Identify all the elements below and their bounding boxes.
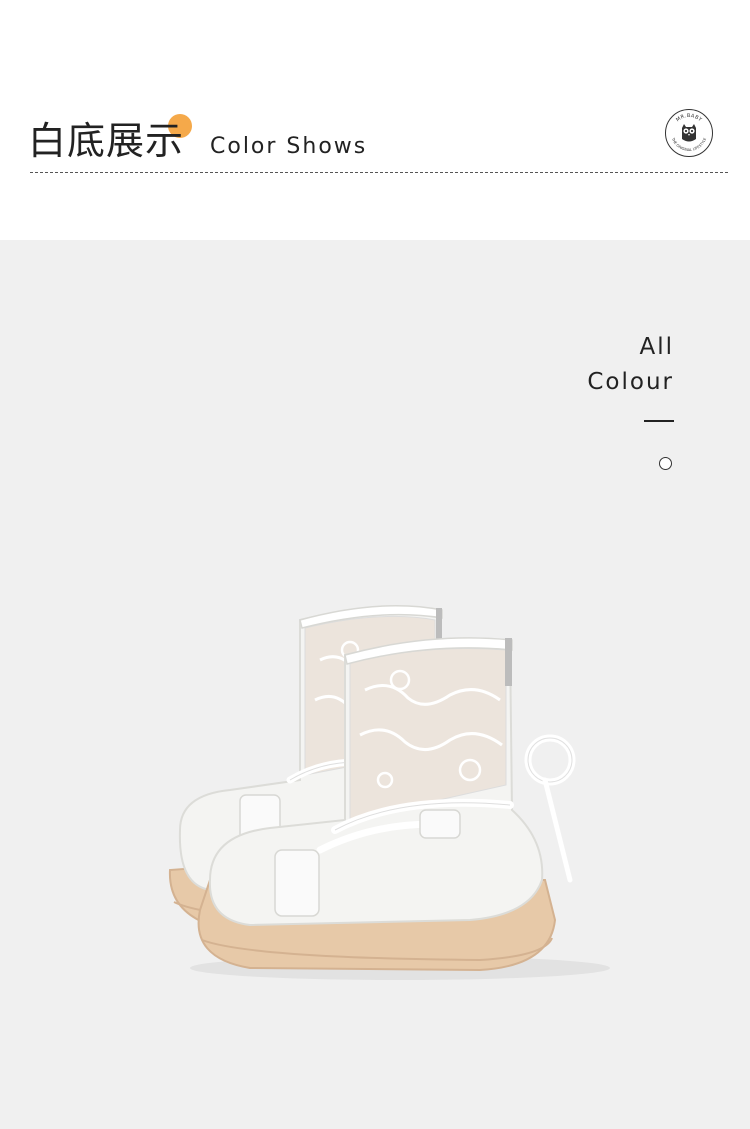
color-panel-rule xyxy=(644,420,674,422)
brand-badge-logo: MR.BABY THE ORIGINAL LIFESTYLE xyxy=(665,109,713,157)
white-lace-ankle-boots-image xyxy=(168,605,610,980)
dashed-divider xyxy=(30,172,728,173)
section-title-cn: 白底展示 xyxy=(28,119,185,163)
product-detail-page: 白底展示 Color Shows MR.BABY THE ORIGINAL LI… xyxy=(0,0,750,1129)
color-panel-line1: All xyxy=(639,334,674,360)
section-header: 白底展示 Color Shows MR.BABY THE ORIGINAL LI… xyxy=(0,0,750,240)
color-swatch-white[interactable] xyxy=(659,457,672,470)
section-title-en: Color Shows xyxy=(210,134,368,159)
color-panel-title: All Colour xyxy=(587,330,674,400)
color-panel-line2: Colour xyxy=(587,369,674,395)
